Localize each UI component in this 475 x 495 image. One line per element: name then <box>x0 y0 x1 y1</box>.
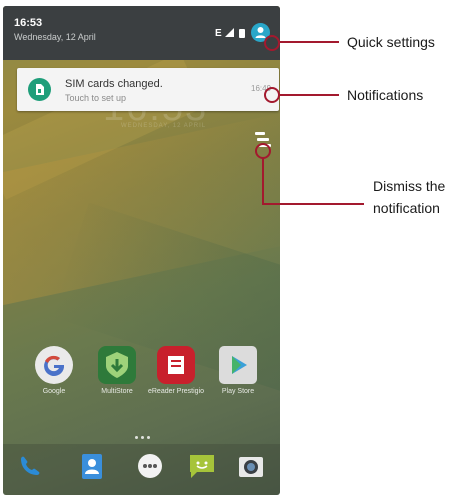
callout-line <box>279 94 339 96</box>
app-drawer-icon[interactable] <box>135 451 165 481</box>
callout-marker-quick-settings <box>264 35 280 51</box>
app-play-store[interactable]: Play Store <box>208 346 268 396</box>
callout-line <box>262 203 364 205</box>
notification-title: SIM cards changed. <box>65 78 163 90</box>
status-date: Wednesday, 12 April <box>14 32 96 42</box>
play-store-icon <box>219 346 257 384</box>
messaging-icon[interactable] <box>187 451 217 481</box>
phone-screen: 16:53 WEDNESDAY, 12 APRIL 16:53 Wednesda… <box>3 6 280 495</box>
callout-dismiss-line1: Dismiss the <box>373 178 446 194</box>
camera-icon[interactable] <box>236 451 266 481</box>
page-indicator <box>135 426 153 444</box>
ereader-icon <box>157 346 195 384</box>
signal-icon <box>225 28 234 37</box>
app-ereader[interactable]: eReader Prestigio <box>146 346 206 396</box>
callout-line <box>279 41 339 43</box>
phone-icon[interactable] <box>15 451 45 481</box>
callout-notifications: Notifications <box>347 87 424 103</box>
app-google[interactable]: Google <box>24 346 84 396</box>
sim-card-icon <box>28 78 51 101</box>
app-label: Google <box>42 388 66 395</box>
callout-dismiss-line2: notification <box>373 200 440 216</box>
callout-marker-notifications <box>264 87 280 103</box>
callout-quick-settings: Quick settings <box>347 34 435 50</box>
notification-subtitle: Touch to set up <box>65 93 127 103</box>
app-label: Play Store <box>221 388 255 395</box>
app-label: MultiStore <box>101 388 133 395</box>
contacts-icon[interactable] <box>77 451 107 481</box>
notification-card[interactable]: SIM cards changed. Touch to set up 16:49 <box>17 68 279 111</box>
app-label: eReader Prestigio <box>147 388 205 395</box>
app-multistore[interactable]: MultiStore <box>87 346 147 396</box>
lockscreen-date-ghost: WEDNESDAY, 12 APRIL <box>121 123 207 129</box>
google-icon <box>35 346 73 384</box>
battery-icon <box>239 29 245 38</box>
notification-shade-header[interactable]: 16:53 Wednesday, 12 April E <box>3 6 280 60</box>
status-time: 16:53 <box>14 17 43 29</box>
multistore-icon <box>98 346 136 384</box>
callout-line <box>262 157 264 204</box>
network-type-label: E <box>215 28 222 39</box>
